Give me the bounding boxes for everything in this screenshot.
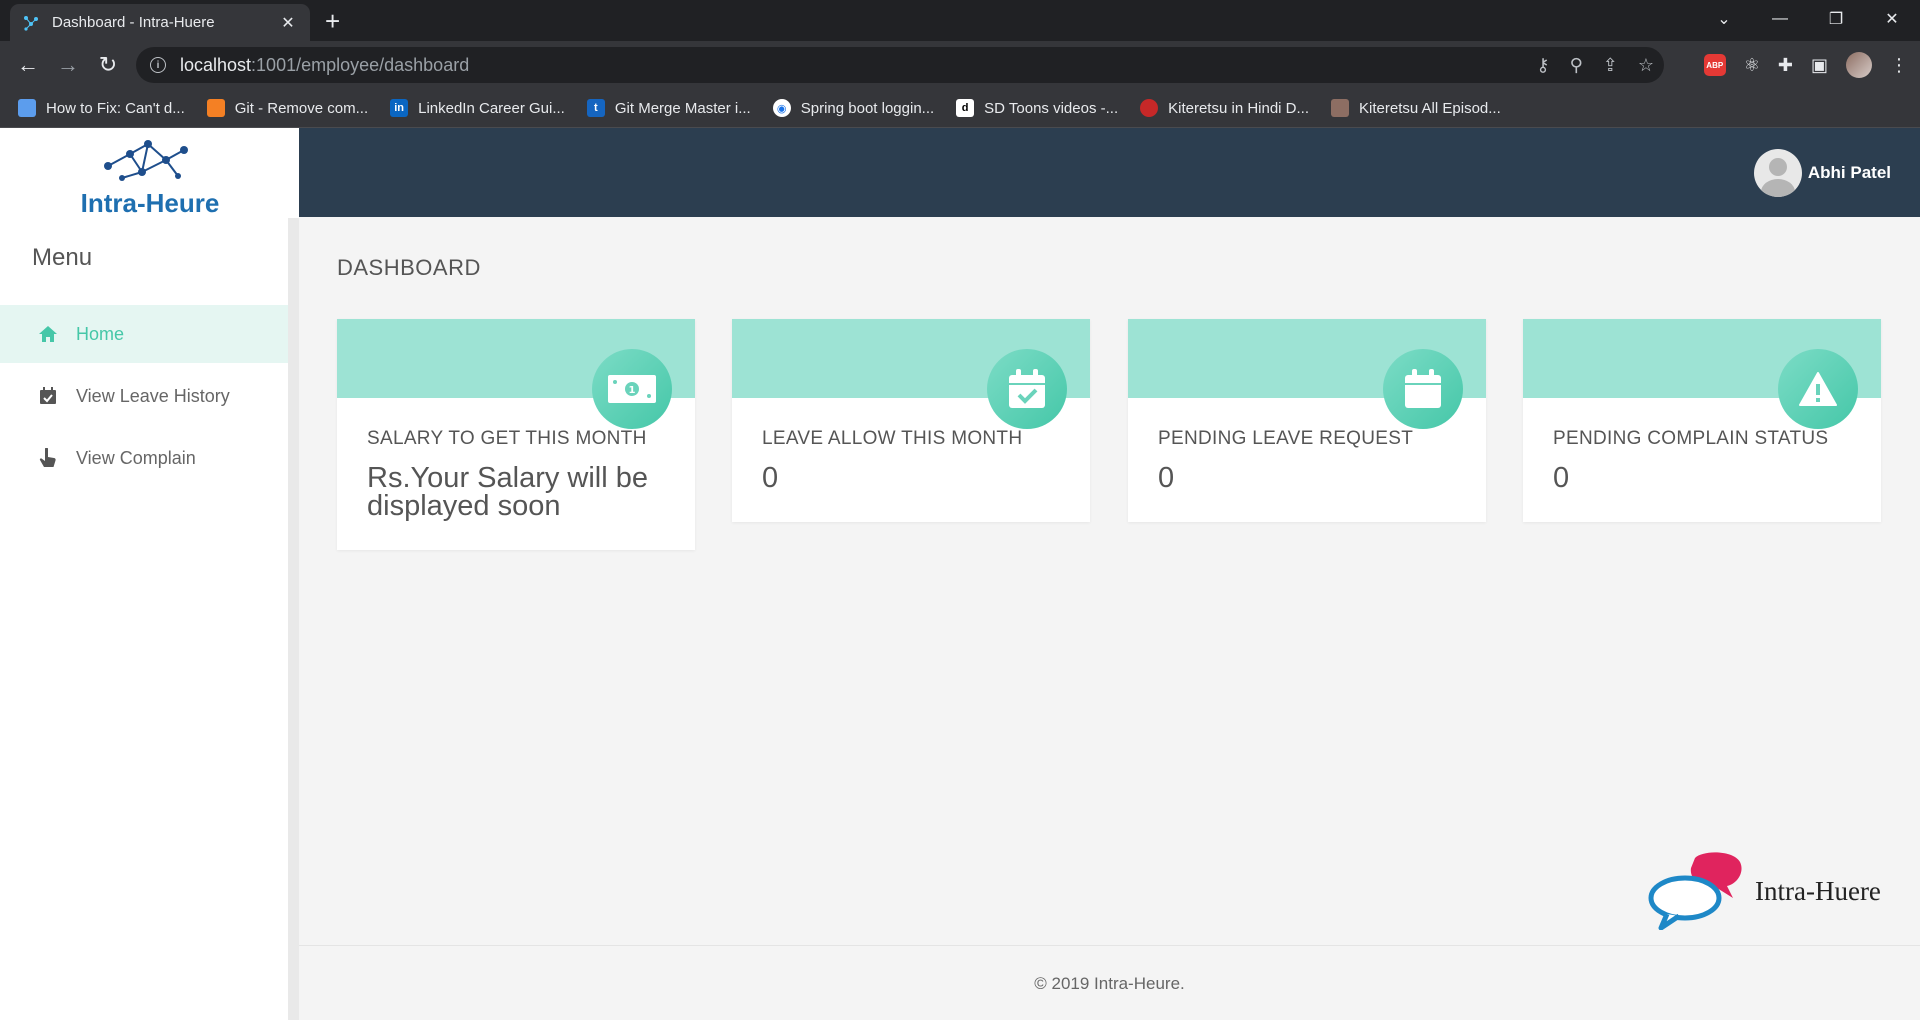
- svg-text:1: 1: [629, 385, 636, 396]
- pending-complain-card: PENDING COMPLAIN STATUS 0: [1523, 319, 1881, 522]
- site-info-icon[interactable]: i: [150, 57, 166, 73]
- card-value: 0: [1158, 462, 1175, 494]
- bookmark-item[interactable]: Kiteretsu All Episod...: [1331, 99, 1501, 117]
- react-devtools-icon[interactable]: ⚛: [1744, 55, 1760, 76]
- url-host: localhost: [180, 54, 252, 75]
- calendar-icon: [1383, 349, 1463, 429]
- network-logo-icon: [24, 15, 38, 31]
- sidebar-item-leave-history[interactable]: View Leave History: [0, 367, 288, 425]
- sidebar-item-label: View Leave History: [76, 385, 230, 406]
- tutorial-icon: t: [586, 99, 605, 117]
- extensions-puzzle-icon[interactable]: ✚: [1778, 55, 1793, 76]
- cartoon-grid-icon: [1331, 99, 1350, 117]
- url-path: :1001/employee/dashboard: [251, 54, 470, 75]
- bookmark-item[interactable]: d SD Toons videos -...: [956, 99, 1118, 117]
- footer: © 2019 Intra-Heure.: [299, 945, 1920, 1020]
- browser-tab-active[interactable]: Dashboard - Intra-Huere ✕: [10, 4, 310, 41]
- logo-text: Intra-Heure: [80, 188, 220, 218]
- browser-toolbar: ← → ↻ i localhost:1001/employee/dashboar…: [0, 41, 1920, 89]
- adblock-icon[interactable]: ABP: [1703, 54, 1726, 76]
- bookmark-item[interactable]: How to Fix: Can't d...: [18, 99, 185, 117]
- avatar: [1753, 149, 1802, 197]
- money-bill-icon: 1: [592, 349, 672, 429]
- profile-avatar-icon[interactable]: [1846, 52, 1872, 78]
- card-header: 1: [337, 319, 695, 429]
- tab-title: Dashboard - Intra-Huere: [52, 14, 215, 31]
- warning-icon: [1778, 349, 1858, 429]
- chat-brand-logo: Intra-Huere: [1645, 850, 1895, 931]
- sidebar-item-label: Home: [76, 323, 125, 344]
- card-label: LEAVE ALLOW THIS MONTH: [762, 428, 1023, 449]
- new-tab-button[interactable]: +: [325, 8, 340, 34]
- card-label: PENDING LEAVE REQUEST: [1158, 428, 1414, 449]
- sidebar-item-complain[interactable]: View Complain: [0, 429, 288, 487]
- bookmark-item[interactable]: t Git Merge Master i...: [586, 99, 751, 117]
- back-icon[interactable]: ←: [14, 51, 42, 79]
- bookmark-item[interactable]: Git - Remove com...: [206, 99, 368, 117]
- restore-icon[interactable]: ❐: [1808, 0, 1864, 38]
- bookmark-item[interactable]: ◉ Spring boot loggin...: [772, 99, 934, 117]
- app-header: Abhi Patel: [299, 128, 1920, 217]
- card-header: [1523, 319, 1881, 429]
- card-header: [732, 319, 1090, 429]
- card-header: [1128, 319, 1486, 429]
- location-pin-icon[interactable]: ⚲: [1570, 55, 1583, 76]
- close-window-icon[interactable]: ✕: [1864, 0, 1920, 38]
- close-tab-icon[interactable]: ✕: [278, 13, 298, 33]
- pending-leave-card: PENDING LEAVE REQUEST 0: [1128, 319, 1486, 522]
- app-logo[interactable]: Intra-Heure: [60, 138, 240, 218]
- bookmarks-bar: How to Fix: Can't d... Git - Remove com.…: [0, 89, 1920, 128]
- key-icon[interactable]: ⚷: [1536, 55, 1549, 76]
- main-content: DASHBOARD 1 SALARY TO GET THIS MONTH Rs.…: [299, 217, 1920, 945]
- chrome-page-icon: ◉: [772, 99, 791, 117]
- cartoon-icon: [1140, 99, 1159, 117]
- calendar-check-icon: [38, 386, 58, 406]
- watermark-text: Intra-Huere: [1755, 876, 1881, 906]
- bookmark-star-icon[interactable]: ☆: [1638, 55, 1654, 76]
- calendar-check-icon: [987, 349, 1067, 429]
- sidebar-item-home[interactable]: Home: [0, 305, 288, 363]
- tab-search-icon[interactable]: ⌄: [1696, 0, 1752, 38]
- window-controls: ⌄ — ❐ ✕: [1696, 0, 1920, 41]
- sidebar-scrollbar[interactable]: [288, 218, 299, 1020]
- hand-pointer-icon: [38, 448, 58, 468]
- page-title: DASHBOARD: [337, 255, 481, 280]
- card-value: 0: [762, 462, 779, 494]
- card-value: 0: [1553, 462, 1570, 494]
- chat-bubbles-icon: [1648, 852, 1742, 931]
- dailymotion-icon: d: [956, 99, 975, 117]
- reload-icon[interactable]: ↻: [94, 51, 122, 79]
- sidebar-menu: Home View Leave History View Complain: [0, 305, 288, 491]
- menu-title: Menu: [32, 244, 93, 271]
- network-logo-icon: [104, 140, 188, 181]
- side-panel-icon[interactable]: ▣: [1811, 55, 1828, 76]
- home-icon: [38, 324, 58, 344]
- minimize-icon[interactable]: —: [1752, 0, 1808, 38]
- card-label: SALARY TO GET THIS MONTH: [367, 428, 647, 449]
- user-name: Abhi Patel: [1807, 163, 1891, 182]
- sidebar-item-label: View Complain: [76, 447, 196, 468]
- browser-tab-bar: Dashboard - Intra-Huere ✕ + ⌄ — ❐ ✕: [0, 0, 1920, 41]
- card-value: Rs.Your Salary will be displayed soon: [367, 462, 648, 522]
- linkedin-icon: in: [390, 99, 409, 117]
- bookmark-item[interactable]: Kiteretsu in Hindi D...: [1140, 99, 1309, 117]
- stackoverflow-icon: [206, 99, 225, 117]
- share-icon[interactable]: ⇪: [1603, 55, 1618, 76]
- forward-icon[interactable]: →: [54, 51, 82, 79]
- browser-menu-icon[interactable]: ⋮: [1890, 55, 1908, 76]
- user-menu[interactable]: Abhi Patel: [1753, 149, 1891, 197]
- sidebar: Intra-Heure Menu Home View Leave History…: [0, 128, 299, 1020]
- page-icon: [18, 99, 36, 117]
- footer-copyright: © 2019 Intra-Heure.: [1034, 974, 1185, 993]
- leave-allow-card: LEAVE ALLOW THIS MONTH 0: [732, 319, 1090, 522]
- bookmark-item[interactable]: in LinkedIn Career Gui...: [390, 99, 565, 117]
- salary-card: 1 SALARY TO GET THIS MONTH Rs.Your Salar…: [337, 319, 695, 550]
- address-bar[interactable]: i localhost:1001/employee/dashboard ⚷ ⚲ …: [136, 47, 1664, 83]
- card-label: PENDING COMPLAIN STATUS: [1553, 428, 1829, 449]
